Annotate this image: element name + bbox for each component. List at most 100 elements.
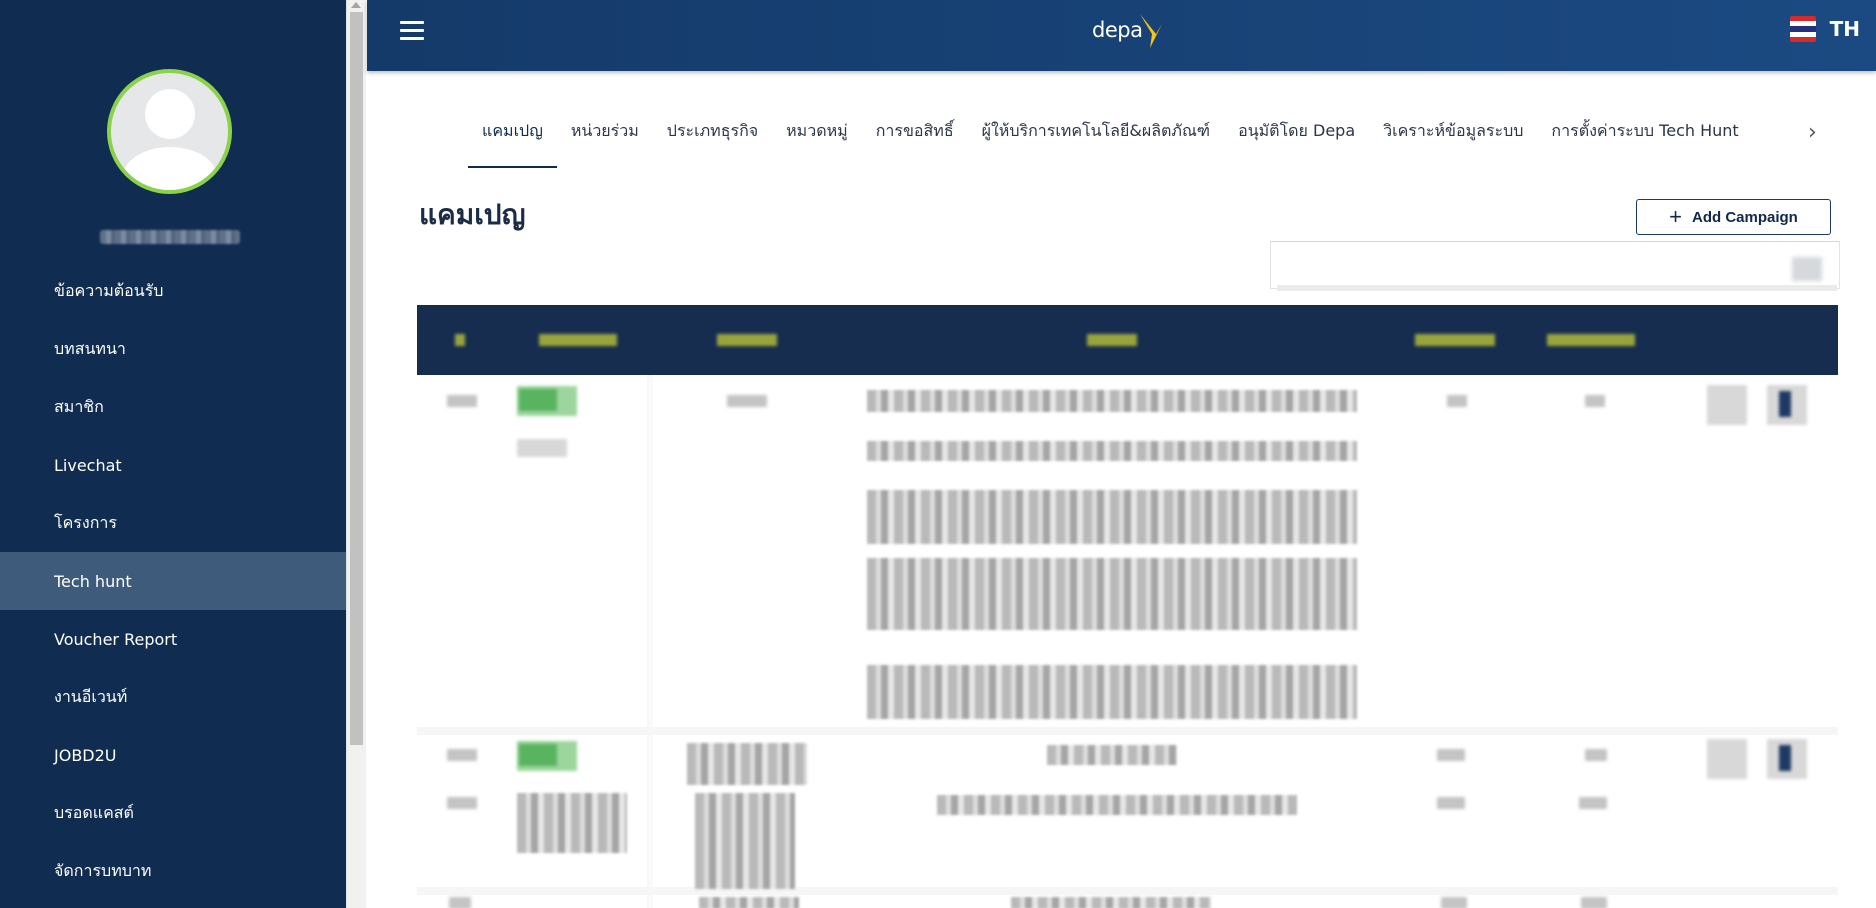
- action-icon[interactable]: [1779, 391, 1791, 417]
- plus-icon: +: [1669, 204, 1682, 229]
- tab-business-type[interactable]: ประเภทธุรกิจ: [653, 112, 772, 166]
- page-title: แคมเปญ: [419, 198, 526, 231]
- add-campaign-label: Add Campaign: [1692, 208, 1798, 226]
- sidebar-item-conversations[interactable]: บทสนทนา: [0, 320, 346, 378]
- status-badge-redacted: [519, 744, 557, 766]
- cell-redacted: [1579, 797, 1607, 809]
- cell-redacted: [1437, 797, 1465, 809]
- cell-redacted: [1047, 745, 1177, 765]
- cell-redacted: [699, 897, 799, 908]
- search-filter-box[interactable]: [1270, 241, 1840, 291]
- sidebar-nav: ข้อความต้อนรับ บทสนทนา สมาชิก Livechat โ…: [0, 262, 346, 900]
- tab-category[interactable]: หมวดหมู่: [772, 112, 862, 166]
- tab-claims[interactable]: การขอสิทธิ์: [862, 112, 968, 166]
- sidebar-item-label: Voucher Report: [54, 629, 178, 649]
- table-row[interactable]: [417, 375, 1838, 735]
- tab-tech-hunt-settings[interactable]: การตั้งค่าระบบ Tech Hunt: [1537, 112, 1752, 166]
- scroll-up-arrow-icon[interactable]: [351, 2, 361, 8]
- sidebar-item-jobd2u[interactable]: JOBD2U: [0, 726, 346, 784]
- avatar-body-shape: [123, 147, 217, 190]
- language-switcher[interactable]: TH: [1789, 16, 1860, 42]
- column-header-redacted: [455, 334, 465, 346]
- cell-redacted: [937, 795, 1297, 815]
- tab-system-analytics[interactable]: วิเคราะห์ข้อมูลระบบ: [1369, 112, 1537, 166]
- sidebar-item-label: สมาชิก: [54, 396, 104, 416]
- cell-redacted: [695, 793, 795, 889]
- description-redacted: [867, 665, 1357, 719]
- top-bar: depa TH: [367, 0, 1876, 71]
- language-code: TH: [1829, 17, 1860, 41]
- tab-campaign[interactable]: แคมเปญ: [468, 112, 557, 168]
- sidebar-item-projects[interactable]: โครงการ: [0, 494, 346, 552]
- sidebar-item-livechat[interactable]: Livechat: [0, 436, 346, 494]
- cell-redacted: [1585, 395, 1605, 407]
- cell-redacted: [447, 395, 477, 407]
- cell-redacted: [517, 439, 567, 457]
- sidebar-item-voucher-report[interactable]: Voucher Report: [0, 610, 346, 668]
- cell-redacted: [1447, 395, 1467, 407]
- description-redacted: [867, 558, 1357, 630]
- avatar[interactable]: [107, 69, 232, 194]
- sidebar-item-label: JOBD2U: [54, 745, 117, 765]
- cell-redacted: [1011, 897, 1211, 908]
- filter-underline: [1277, 285, 1837, 291]
- action-icon[interactable]: [1779, 745, 1791, 771]
- logo-bird-icon: [1140, 14, 1163, 48]
- column-header-redacted: [539, 334, 617, 346]
- sidebar-item-label: Tech hunt: [54, 571, 132, 591]
- sidebar-item-label: งานอีเวนท์: [54, 686, 128, 706]
- filter-icon-redacted[interactable]: [1792, 257, 1822, 281]
- sidebar: ข้อความต้อนรับ บทสนทนา สมาชิก Livechat โ…: [0, 0, 346, 908]
- tab-tech-providers-products[interactable]: ผู้ให้บริการเทคโนโลยี&ผลิตภัณฑ์: [968, 112, 1225, 166]
- tab-bar: แคมเปญ หน่วยร่วม ประเภทธุรกิจ หมวดหมู่ ก…: [468, 112, 1753, 168]
- depa-logo[interactable]: depa: [1092, 10, 1164, 50]
- sidebar-item-tech-hunt[interactable]: Tech hunt: [0, 552, 346, 610]
- app-root: ข้อความต้อนรับ บทสนทนา สมาชิก Livechat โ…: [0, 0, 1876, 908]
- sidebar-item-label: บทสนทนา: [54, 338, 126, 358]
- cell-redacted: [1437, 749, 1465, 761]
- sidebar-item-label: จัดการบทบาท: [54, 860, 152, 880]
- description-redacted: [867, 390, 1357, 412]
- sidebar-item-members[interactable]: สมาชิก: [0, 378, 346, 436]
- table-row[interactable]: [417, 895, 1838, 908]
- column-header-redacted: [717, 334, 777, 346]
- sidebar-item-label: โครงการ: [54, 512, 117, 532]
- description-redacted: [867, 490, 1357, 544]
- sidebar-item-events[interactable]: งานอีเวนท์: [0, 668, 346, 726]
- sidebar-scrollbar[interactable]: [346, 0, 366, 908]
- cell-redacted: [517, 793, 627, 853]
- description-redacted: [867, 441, 1357, 461]
- thai-flag-icon: [1789, 16, 1816, 42]
- sidebar-item-welcome-message[interactable]: ข้อความต้อนรับ: [0, 262, 346, 320]
- cell-redacted: [1581, 897, 1607, 908]
- avatar-head-shape: [145, 89, 195, 139]
- cell-redacted: [1441, 897, 1467, 908]
- sidebar-item-label: บรอดแคสต์: [54, 802, 134, 822]
- cell-redacted: [447, 797, 477, 809]
- column-header-redacted: [1547, 334, 1635, 346]
- sidebar-item-broadcast[interactable]: บรอดแคสต์: [0, 784, 346, 842]
- tab-approved-by-depa[interactable]: อนุมัติโดย Depa: [1224, 112, 1369, 166]
- campaign-table: [417, 305, 1846, 908]
- cell-redacted: [1585, 749, 1607, 761]
- table-header: [417, 305, 1838, 375]
- status-badge-redacted: [519, 389, 557, 411]
- tab-partner-units[interactable]: หน่วยร่วม: [557, 112, 653, 166]
- chevron-right-icon[interactable]: ›: [1808, 120, 1817, 145]
- scrollbar-thumb[interactable]: [350, 12, 363, 745]
- column-header-redacted: [1087, 334, 1137, 346]
- edit-icon[interactable]: [1707, 385, 1747, 425]
- cell-redacted: [727, 395, 767, 407]
- sidebar-item-manage-roles[interactable]: จัดการบทบาท: [0, 842, 346, 900]
- sidebar-item-label: Livechat: [54, 455, 122, 475]
- username-redacted: [100, 230, 240, 244]
- hamburger-menu-icon[interactable]: [400, 21, 424, 41]
- logo-text: depa: [1092, 18, 1143, 42]
- edit-icon[interactable]: [1707, 739, 1747, 779]
- cell-redacted: [449, 897, 471, 908]
- table-row[interactable]: [417, 735, 1838, 895]
- add-campaign-button[interactable]: + Add Campaign: [1636, 199, 1831, 235]
- cell-redacted: [687, 743, 807, 785]
- column-header-redacted: [1415, 334, 1495, 346]
- sidebar-item-label: ข้อความต้อนรับ: [54, 280, 164, 300]
